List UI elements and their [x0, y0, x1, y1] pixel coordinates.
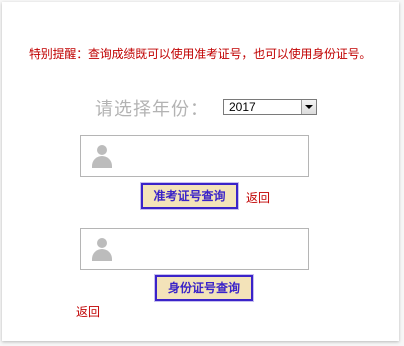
id-number-query-button[interactable]: 身份证号查询 [154, 274, 254, 302]
year-label: 请选择年份： [95, 99, 209, 120]
chevron-down-icon[interactable] [301, 100, 316, 114]
year-select[interactable]: 2017 [223, 99, 317, 115]
notice-text: 特别提醒：查询成绩既可以使用准考证号，也可以使用身份证号。 [29, 47, 372, 61]
exam-number-query-button[interactable]: 准考证号查询 [140, 182, 239, 210]
user-icon [91, 237, 113, 262]
query-panel: 特别提醒：查询成绩既可以使用准考证号，也可以使用身份证号。 请选择年份： 201… [2, 2, 399, 341]
user-icon [91, 144, 113, 169]
year-select-value: 2017 [229, 100, 256, 114]
exam-number-input[interactable] [80, 135, 309, 177]
id-number-input[interactable] [80, 228, 309, 270]
back-link[interactable]: 返回 [76, 303, 100, 320]
back-link[interactable]: 返回 [246, 189, 270, 206]
